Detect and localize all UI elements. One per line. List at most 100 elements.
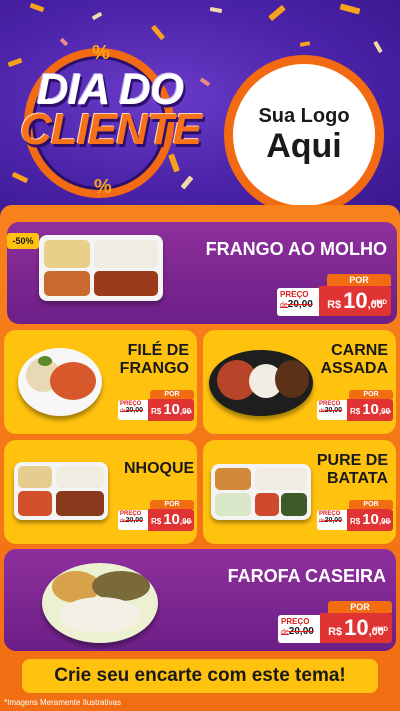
food-carrot [44,271,90,296]
food-rice [94,240,158,268]
cta-banner[interactable]: Crie seu encarte com este tema! [22,659,378,693]
food-greens [38,356,52,366]
old-price-value: 20,00 [125,407,144,414]
item-name: NHOQUE [124,460,195,477]
item-name-line2: FRANGO [119,359,189,377]
food-chicken [50,362,96,400]
confetti-piece [373,40,383,54]
percent-icon: % [94,176,112,198]
item-name: PURE DE BATATA [317,452,388,487]
logo-text-line1: Sua Logo [258,104,350,127]
price-unit: UNID [381,519,391,524]
price-por-label: POR [349,390,393,399]
confetti-piece [91,11,103,21]
item-name: FAROFA CASEIRA [227,566,386,586]
old-price-value: 20,00 [324,407,343,414]
item-name: FILÉ DE FRANGO [120,342,189,377]
percent-icon: % [92,42,110,64]
price-por-label: POR [328,601,392,613]
price-por-label: POR [150,500,194,509]
menu-card-frango-ao-molho: FRANGO AO MOLHO POR PREÇO de20,00 R$ 10,0… [7,222,397,324]
item-name-line1: PURE DE [316,452,388,469]
price-tag: POR PREÇO de20,00 R$ 10,00 UNID [118,500,194,532]
item-name-line2: BATATA [326,469,388,487]
item-name: FRANGO AO MOLHO [205,239,387,259]
item-name-line1: FILÉ DE [127,342,189,359]
logo-placeholder: Sua Logo Aqui [224,55,384,215]
currency-symbol: R$ [349,407,361,416]
meal-bowl-image [42,563,158,643]
price-integer: 10 [163,401,180,418]
event-title: DIA DO CLIENTE [20,65,202,154]
old-price: PREÇO de20,00 [118,400,148,420]
currency-symbol: R$ [150,407,162,416]
price-tag: POR PREÇO de20,00 R$ 10,00 UNID [317,390,393,422]
food-tomato [255,493,279,516]
old-price: PREÇO de20,00 [277,288,319,316]
price-integer: 10 [362,401,379,418]
new-price: R$ 10,00 UNID [320,613,392,643]
old-price-value: 20,00 [288,626,314,637]
price-label: PREÇO [281,617,310,626]
price-por-label: POR [327,274,391,286]
food-rice [255,468,307,490]
price-tag: POR PREÇO de20,00 R$ 10,00 UNID [278,601,392,645]
new-price: R$ 10,00 UNID [319,286,391,316]
food-rice [60,597,140,633]
header-banner: % % DIA DO CLIENTE Sua Logo Aqui [0,0,400,215]
confetti-piece [268,4,286,22]
item-name: CARNE ASSADA [320,342,388,377]
price-unit: UNID [372,300,387,306]
currency-symbol: R$ [150,517,162,526]
food-farofa [18,466,52,488]
menu-card-farofa-caseira: FAROFA CASEIRA POR PREÇO de20,00 R$ 10,00… [4,549,396,651]
price-unit: UNID [182,409,192,414]
disclaimer-text: *Imagens Meramente Ilustrativas [4,698,121,707]
new-price: R$ 10,00 UNID [148,509,194,531]
price-tag: POR PREÇO de20,00 R$ 10,00 UNID [317,500,393,532]
menu-card-nhoque: NHOQUE POR PREÇO de20,00 R$ 10,00 UNID [4,440,197,544]
new-price: R$ 10,00 UNID [347,509,393,531]
price-integer: 10 [163,511,180,528]
food-nhoque [56,491,104,516]
old-price: PREÇO de20,00 [317,510,347,530]
confetti-piece [299,41,311,47]
meal-bowl-image [209,350,313,416]
event-title-line2: CLIENTE [20,104,202,154]
price-integer: 10 [344,615,369,640]
old-price-value: 20,00 [324,517,343,524]
confetti-piece [150,24,166,41]
meal-tray-image [39,235,163,301]
currency-symbol: R$ [327,299,342,311]
price-unit: UNID [381,409,391,414]
item-name-line1: CARNE [331,342,388,359]
confetti-piece [209,6,223,14]
menu-card-pure-de-batata: PURE DE BATATA POR PREÇO de20,00 R$ 10,00… [203,440,396,544]
new-price: R$ 10,00 UNID [347,399,393,421]
food-rice [44,240,90,268]
event-title-line1: DIA DO [36,65,184,114]
food-pure [215,493,251,516]
food-beef [275,360,309,398]
price-integer: 10 [362,511,379,528]
price-unit: UNID [373,627,388,633]
meal-bowl-image [18,348,102,416]
price-unit: UNID [182,519,192,524]
confetti-piece [29,2,45,13]
food-chicken [94,271,158,296]
confetti-piece [59,37,69,47]
old-price: PREÇO de20,00 [317,400,347,420]
discount-badge: -50% [7,233,39,249]
confetti-piece [339,3,361,15]
currency-symbol: R$ [328,626,343,638]
menu-card-file-de-frango: FILÉ DE FRANGO POR PREÇO de20,00 R$ 10,00… [4,330,197,434]
meal-tray-image [14,462,108,520]
logo-text-line2: Aqui [266,126,342,165]
price-label: PREÇO [280,290,309,299]
meal-tray-image [211,464,311,520]
old-price-value: 20,00 [287,299,313,310]
new-price: R$ 10,00 UNID [148,399,194,421]
food-salad [18,491,52,516]
price-por-label: POR [150,390,194,399]
old-price-prefix: de [280,302,288,309]
